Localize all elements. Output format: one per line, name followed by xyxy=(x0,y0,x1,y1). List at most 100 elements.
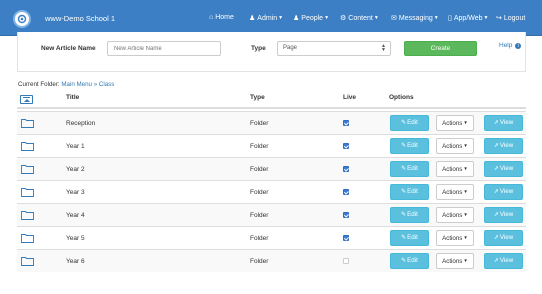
nav-item-messaging[interactable]: ✉ Messaging▼ xyxy=(391,14,439,22)
view-button[interactable]: ⇗View xyxy=(484,161,523,177)
edit-icon: ✎ xyxy=(401,235,407,241)
caret-down-icon: ▼ xyxy=(324,15,330,21)
caret-down-icon: ▼ xyxy=(463,120,468,125)
column-header-type[interactable]: Type xyxy=(250,94,265,101)
external-link-icon: ⇗ xyxy=(493,258,499,264)
nav-item-people[interactable]: ♟ People▼ xyxy=(293,14,329,22)
caret-down-icon: ▼ xyxy=(463,166,468,171)
actions-label: Actions xyxy=(442,189,463,196)
edit-button[interactable]: ✎Edit xyxy=(390,184,429,200)
create-button[interactable]: Create xyxy=(404,41,477,56)
view-button[interactable]: ⇗View xyxy=(484,184,523,200)
row-title[interactable]: Year 3 xyxy=(66,189,85,196)
caret-down-icon: ▼ xyxy=(463,258,468,263)
live-checkbox[interactable] xyxy=(343,235,349,241)
caret-down-icon: ▼ xyxy=(463,235,468,240)
school-logo-icon[interactable] xyxy=(13,10,31,28)
folder-icon[interactable] xyxy=(21,118,34,128)
breadcrumb-separator: » xyxy=(93,81,98,88)
nav-item-app-web[interactable]: ▯ App/Web▼ xyxy=(448,14,488,22)
edit-button[interactable]: ✎Edit xyxy=(390,138,429,154)
row-type: Folder xyxy=(250,258,269,265)
actions-dropdown-button[interactable]: Actions▼ xyxy=(436,207,474,223)
actions-dropdown-button[interactable]: Actions▼ xyxy=(436,230,474,246)
actions-dropdown-button[interactable]: Actions▼ xyxy=(436,253,474,269)
breadcrumb: Current Folder: Main Menu » Class xyxy=(18,81,114,88)
actions-dropdown-button[interactable]: Actions▼ xyxy=(436,138,474,154)
row-title[interactable]: Reception xyxy=(66,120,95,127)
edit-icon: ✎ xyxy=(401,166,407,172)
select-arrows-icon: ▲ ▼ xyxy=(381,43,386,53)
mobile-icon: ▯ xyxy=(448,15,452,22)
actions-dropdown-button[interactable]: Actions▼ xyxy=(436,161,474,177)
column-header-live[interactable]: Live xyxy=(343,94,356,101)
view-button[interactable]: ⇗View xyxy=(484,253,523,269)
edit-button[interactable]: ✎Edit xyxy=(390,230,429,246)
breadcrumb-item-class[interactable]: Class xyxy=(99,81,114,88)
edit-label: Edit xyxy=(407,234,418,241)
row-title[interactable]: Year 4 xyxy=(66,212,85,219)
column-header-title[interactable]: Title xyxy=(66,94,79,101)
row-title[interactable]: Year 2 xyxy=(66,166,85,173)
new-article-name-input[interactable] xyxy=(107,41,221,56)
edit-button[interactable]: ✎Edit xyxy=(390,115,429,131)
top-navbar: www-Demo School 1 ⌂ Home ♟ Admin▼ ♟ People▼ ⚙ C… xyxy=(0,0,542,36)
external-link-icon: ⇗ xyxy=(493,143,499,149)
row-type: Folder xyxy=(250,189,269,196)
nav-item-label: Home xyxy=(215,14,234,21)
view-button[interactable]: ⇗View xyxy=(484,207,523,223)
caret-down-icon: ▼ xyxy=(278,15,284,21)
row-type: Folder xyxy=(250,143,269,150)
table-row: Reception Folder ✎Edit Actions▼ ⇗View xyxy=(17,111,526,134)
type-select[interactable]: Page ▲ ▼ xyxy=(277,41,391,56)
table-row: Year 3 Folder ✎Edit Actions▼ ⇗View xyxy=(17,180,526,203)
user-icon: ♟ xyxy=(249,15,256,22)
live-checkbox[interactable] xyxy=(343,258,349,264)
site-brand[interactable]: www-Demo School 1 xyxy=(45,14,115,23)
caret-down-icon: ▼ xyxy=(463,212,468,217)
row-title[interactable]: Year 6 xyxy=(66,258,85,265)
edit-button[interactable]: ✎Edit xyxy=(390,207,429,223)
view-label: View xyxy=(499,165,514,172)
nav-item-admin[interactable]: ♟ Admin▼ xyxy=(249,14,283,22)
live-checkbox[interactable] xyxy=(343,120,349,126)
view-button[interactable]: ⇗View xyxy=(484,230,523,246)
nav-item-label: Logout xyxy=(503,15,526,22)
actions-dropdown-button[interactable]: Actions▼ xyxy=(436,115,474,131)
nav-item-logout[interactable]: ↪ Logout xyxy=(496,14,525,22)
row-title[interactable]: Year 5 xyxy=(66,235,85,242)
caret-down-icon: ▼ xyxy=(483,15,489,21)
folder-icon[interactable] xyxy=(21,164,34,174)
caret-down-icon: ▼ xyxy=(463,189,468,194)
folder-icon[interactable] xyxy=(21,256,34,266)
row-title[interactable]: Year 1 xyxy=(66,143,85,150)
table-row: Year 4 Folder ✎Edit Actions▼ ⇗View xyxy=(17,203,526,226)
view-button[interactable]: ⇗View xyxy=(484,115,523,131)
folder-icon[interactable] xyxy=(21,187,34,197)
view-label: View xyxy=(499,142,514,149)
live-checkbox[interactable] xyxy=(343,189,349,195)
folder-icon[interactable] xyxy=(21,210,34,220)
view-button[interactable]: ⇗View xyxy=(484,138,523,154)
type-select-value: Page xyxy=(283,45,298,51)
nav-item-content[interactable]: ⚙ Content▼ xyxy=(340,14,379,22)
edit-label: Edit xyxy=(407,188,418,195)
breadcrumb-prefix: Current Folder: xyxy=(18,81,60,88)
up-arrow-icon xyxy=(24,99,30,102)
folder-icon[interactable] xyxy=(21,233,34,243)
edit-button[interactable]: ✎Edit xyxy=(390,253,429,269)
folder-icon[interactable] xyxy=(21,141,34,151)
actions-dropdown-button[interactable]: Actions▼ xyxy=(436,184,474,200)
edit-label: Edit xyxy=(407,165,418,172)
actions-label: Actions xyxy=(442,258,463,265)
breadcrumb-item-main-menu[interactable]: Main Menu xyxy=(61,81,92,88)
live-checkbox[interactable] xyxy=(343,143,349,149)
parent-folder-button[interactable] xyxy=(20,95,33,104)
edit-button[interactable]: ✎Edit xyxy=(390,161,429,177)
live-checkbox[interactable] xyxy=(343,166,349,172)
live-checkbox[interactable] xyxy=(343,212,349,218)
help-link[interactable]: Help i xyxy=(499,42,522,49)
nav-item-home[interactable]: ⌂ Home xyxy=(209,14,234,21)
external-link-icon: ⇗ xyxy=(493,235,499,241)
external-link-icon: ⇗ xyxy=(493,166,499,172)
